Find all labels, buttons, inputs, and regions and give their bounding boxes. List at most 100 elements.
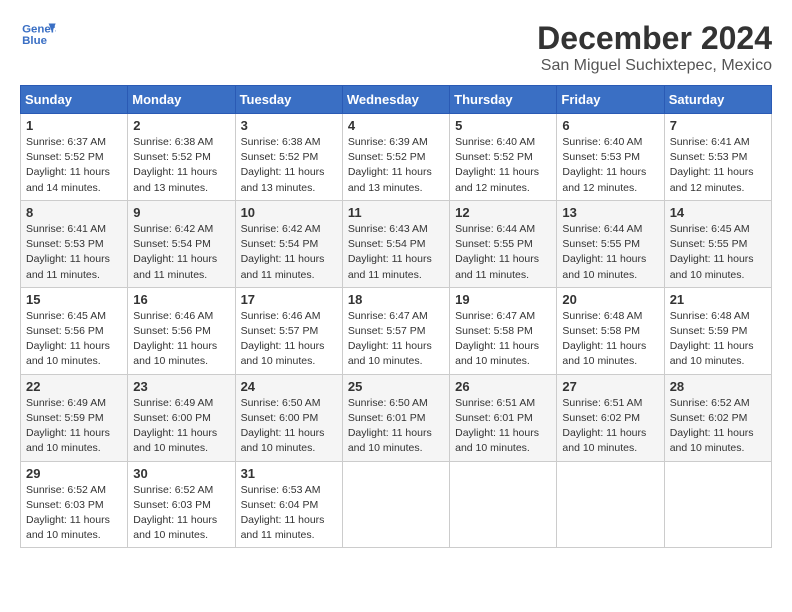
weekday-header-wednesday: Wednesday	[342, 86, 449, 114]
day-number-22: 22	[26, 379, 122, 394]
week-row-1: 1 Sunrise: 6:37 AMSunset: 5:52 PMDaylight…	[21, 114, 772, 201]
day-number-30: 30	[133, 466, 229, 481]
day-info-4: Sunrise: 6:39 AMSunset: 5:52 PMDaylight:…	[348, 135, 444, 196]
day-info-16: Sunrise: 6:46 AMSunset: 5:56 PMDaylight:…	[133, 309, 229, 370]
day-info-9: Sunrise: 6:42 AMSunset: 5:54 PMDaylight:…	[133, 222, 229, 283]
week-row-3: 15 Sunrise: 6:45 AMSunset: 5:56 PMDayligh…	[21, 287, 772, 374]
day-info-3: Sunrise: 6:38 AMSunset: 5:52 PMDaylight:…	[241, 135, 337, 196]
weekday-header-thursday: Thursday	[450, 86, 557, 114]
day-info-22: Sunrise: 6:49 AMSunset: 5:59 PMDaylight:…	[26, 396, 122, 457]
day-number-24: 24	[241, 379, 337, 394]
day-info-18: Sunrise: 6:47 AMSunset: 5:57 PMDaylight:…	[348, 309, 444, 370]
day-info-2: Sunrise: 6:38 AMSunset: 5:52 PMDaylight:…	[133, 135, 229, 196]
empty-cell	[342, 461, 449, 548]
day-info-31: Sunrise: 6:53 AMSunset: 6:04 PMDaylight:…	[241, 483, 337, 544]
day-cell-1: 1 Sunrise: 6:37 AMSunset: 5:52 PMDaylight…	[21, 114, 128, 201]
day-cell-4: 4 Sunrise: 6:39 AMSunset: 5:52 PMDaylight…	[342, 114, 449, 201]
day-info-21: Sunrise: 6:48 AMSunset: 5:59 PMDaylight:…	[670, 309, 766, 370]
day-number-10: 10	[241, 205, 337, 220]
day-number-2: 2	[133, 118, 229, 133]
day-info-15: Sunrise: 6:45 AMSunset: 5:56 PMDaylight:…	[26, 309, 122, 370]
day-info-25: Sunrise: 6:50 AMSunset: 6:01 PMDaylight:…	[348, 396, 444, 457]
day-cell-15: 15 Sunrise: 6:45 AMSunset: 5:56 PMDayligh…	[21, 287, 128, 374]
day-info-24: Sunrise: 6:50 AMSunset: 6:00 PMDaylight:…	[241, 396, 337, 457]
day-number-20: 20	[562, 292, 658, 307]
empty-cell	[664, 461, 771, 548]
day-info-14: Sunrise: 6:45 AMSunset: 5:55 PMDaylight:…	[670, 222, 766, 283]
day-info-6: Sunrise: 6:40 AMSunset: 5:53 PMDaylight:…	[562, 135, 658, 196]
calendar-table: SundayMondayTuesdayWednesdayThursdayFrid…	[20, 85, 772, 548]
day-number-15: 15	[26, 292, 122, 307]
day-info-27: Sunrise: 6:51 AMSunset: 6:02 PMDaylight:…	[562, 396, 658, 457]
weekday-header-sunday: Sunday	[21, 86, 128, 114]
day-number-29: 29	[26, 466, 122, 481]
day-number-27: 27	[562, 379, 658, 394]
day-cell-29: 29 Sunrise: 6:52 AMSunset: 6:03 PMDayligh…	[21, 461, 128, 548]
day-info-19: Sunrise: 6:47 AMSunset: 5:58 PMDaylight:…	[455, 309, 551, 370]
day-cell-27: 27 Sunrise: 6:51 AMSunset: 6:02 PMDayligh…	[557, 374, 664, 461]
weekday-header-monday: Monday	[128, 86, 235, 114]
day-number-8: 8	[26, 205, 122, 220]
day-number-23: 23	[133, 379, 229, 394]
day-cell-13: 13 Sunrise: 6:44 AMSunset: 5:55 PMDayligh…	[557, 200, 664, 287]
day-info-1: Sunrise: 6:37 AMSunset: 5:52 PMDaylight:…	[26, 135, 122, 196]
empty-cell	[557, 461, 664, 548]
day-number-1: 1	[26, 118, 122, 133]
day-info-11: Sunrise: 6:43 AMSunset: 5:54 PMDaylight:…	[348, 222, 444, 283]
page-header: General Blue December 2024 San Miguel Su…	[20, 20, 772, 75]
day-number-26: 26	[455, 379, 551, 394]
day-info-28: Sunrise: 6:52 AMSunset: 6:02 PMDaylight:…	[670, 396, 766, 457]
day-cell-17: 17 Sunrise: 6:46 AMSunset: 5:57 PMDayligh…	[235, 287, 342, 374]
day-cell-7: 7Sunrise: 6:41 AMSunset: 5:53 PMDaylight…	[664, 114, 771, 201]
day-info-13: Sunrise: 6:44 AMSunset: 5:55 PMDaylight:…	[562, 222, 658, 283]
day-cell-26: 26Sunrise: 6:51 AMSunset: 6:01 PMDayligh…	[450, 374, 557, 461]
day-cell-11: 11 Sunrise: 6:43 AMSunset: 5:54 PMDayligh…	[342, 200, 449, 287]
day-number-7: 7	[670, 118, 766, 133]
weekday-header-tuesday: Tuesday	[235, 86, 342, 114]
day-number-14: 14	[670, 205, 766, 220]
day-number-11: 11	[348, 205, 444, 220]
day-cell-20: 20 Sunrise: 6:48 AMSunset: 5:58 PMDayligh…	[557, 287, 664, 374]
svg-text:Blue: Blue	[22, 35, 47, 47]
day-number-17: 17	[241, 292, 337, 307]
day-cell-8: 8Sunrise: 6:41 AMSunset: 5:53 PMDaylight…	[21, 200, 128, 287]
day-info-12: Sunrise: 6:44 AMSunset: 5:55 PMDaylight:…	[455, 222, 551, 283]
month-title: December 2024	[537, 20, 772, 57]
day-cell-2: 2 Sunrise: 6:38 AMSunset: 5:52 PMDaylight…	[128, 114, 235, 201]
day-cell-30: 30 Sunrise: 6:52 AMSunset: 6:03 PMDayligh…	[128, 461, 235, 548]
day-cell-6: 6 Sunrise: 6:40 AMSunset: 5:53 PMDaylight…	[557, 114, 664, 201]
week-row-2: 8Sunrise: 6:41 AMSunset: 5:53 PMDaylight…	[21, 200, 772, 287]
day-number-6: 6	[562, 118, 658, 133]
day-cell-28: 28Sunrise: 6:52 AMSunset: 6:02 PMDayligh…	[664, 374, 771, 461]
day-number-19: 19	[455, 292, 551, 307]
day-number-13: 13	[562, 205, 658, 220]
week-row-4: 22 Sunrise: 6:49 AMSunset: 5:59 PMDayligh…	[21, 374, 772, 461]
weekday-header-row: SundayMondayTuesdayWednesdayThursdayFrid…	[21, 86, 772, 114]
day-number-5: 5	[455, 118, 551, 133]
day-cell-12: 12Sunrise: 6:44 AMSunset: 5:55 PMDayligh…	[450, 200, 557, 287]
day-cell-19: 19 Sunrise: 6:47 AMSunset: 5:58 PMDayligh…	[450, 287, 557, 374]
day-info-23: Sunrise: 6:49 AMSunset: 6:00 PMDaylight:…	[133, 396, 229, 457]
day-cell-23: 23 Sunrise: 6:49 AMSunset: 6:00 PMDayligh…	[128, 374, 235, 461]
day-cell-9: 9Sunrise: 6:42 AMSunset: 5:54 PMDaylight…	[128, 200, 235, 287]
day-info-17: Sunrise: 6:46 AMSunset: 5:57 PMDaylight:…	[241, 309, 337, 370]
day-info-20: Sunrise: 6:48 AMSunset: 5:58 PMDaylight:…	[562, 309, 658, 370]
week-row-5: 29 Sunrise: 6:52 AMSunset: 6:03 PMDayligh…	[21, 461, 772, 548]
logo: General Blue	[20, 20, 56, 50]
day-number-25: 25	[348, 379, 444, 394]
day-cell-22: 22 Sunrise: 6:49 AMSunset: 5:59 PMDayligh…	[21, 374, 128, 461]
day-cell-14: 14 Sunrise: 6:45 AMSunset: 5:55 PMDayligh…	[664, 200, 771, 287]
day-cell-3: 3 Sunrise: 6:38 AMSunset: 5:52 PMDaylight…	[235, 114, 342, 201]
day-number-3: 3	[241, 118, 337, 133]
day-info-30: Sunrise: 6:52 AMSunset: 6:03 PMDaylight:…	[133, 483, 229, 544]
empty-cell	[450, 461, 557, 548]
day-cell-16: 16Sunrise: 6:46 AMSunset: 5:56 PMDayligh…	[128, 287, 235, 374]
day-cell-24: 24 Sunrise: 6:50 AMSunset: 6:00 PMDayligh…	[235, 374, 342, 461]
day-cell-31: 31Sunrise: 6:53 AMSunset: 6:04 PMDayligh…	[235, 461, 342, 548]
day-info-29: Sunrise: 6:52 AMSunset: 6:03 PMDaylight:…	[26, 483, 122, 544]
day-cell-25: 25 Sunrise: 6:50 AMSunset: 6:01 PMDayligh…	[342, 374, 449, 461]
day-number-4: 4	[348, 118, 444, 133]
day-info-5: Sunrise: 6:40 AMSunset: 5:52 PMDaylight:…	[455, 135, 551, 196]
location-title: San Miguel Suchixtepec, Mexico	[537, 57, 772, 75]
day-number-21: 21	[670, 292, 766, 307]
